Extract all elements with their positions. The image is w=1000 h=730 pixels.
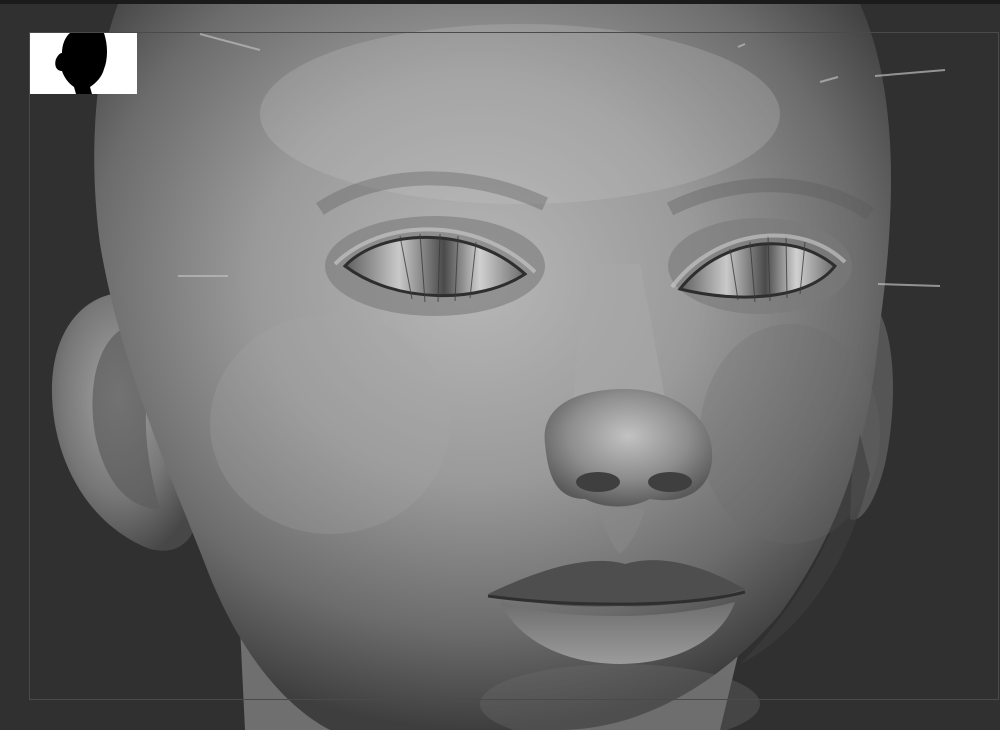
sculpted-head-model[interactable] — [0, 4, 1000, 730]
3d-viewport-canvas[interactable] — [0, 4, 1000, 730]
head-silhouette-icon — [30, 33, 137, 94]
navigator-thumbnail[interactable] — [30, 33, 137, 94]
sculpt-app-window — [0, 0, 1000, 730]
